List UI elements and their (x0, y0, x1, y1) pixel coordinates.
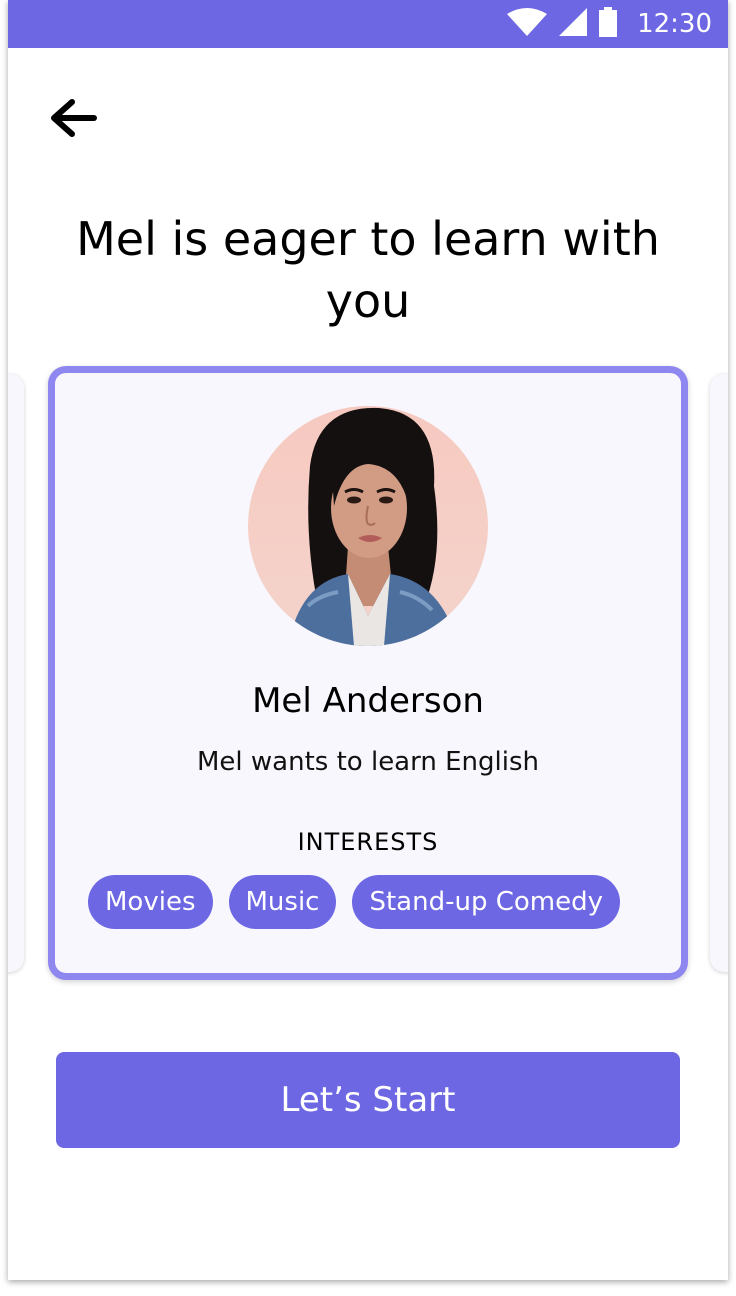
interest-chip-music[interactable]: Music (228, 875, 337, 929)
profile-learning-goal: Mel wants to learn English (197, 747, 539, 777)
profile-name: Mel Anderson (252, 681, 484, 721)
lets-start-button[interactable]: Let’s Start (56, 1052, 680, 1148)
interests-heading: INTERESTS (297, 828, 439, 856)
interests-list: Movies Music Stand-up Comedy (88, 875, 621, 929)
signal-icon (559, 8, 588, 40)
profile-card[interactable]: Mel Anderson Mel wants to learn English … (48, 366, 688, 980)
interest-chip-stand-up-comedy[interactable]: Stand-up Comedy (352, 875, 621, 929)
arrow-left-icon (48, 98, 98, 142)
status-icons: 12:30 (507, 0, 712, 48)
battery-icon (599, 7, 618, 41)
status-bar: 12:30 (8, 0, 728, 48)
interest-chip-movies[interactable]: Movies (88, 875, 213, 929)
status-time: 12:30 (637, 9, 712, 39)
wifi-icon (507, 8, 548, 40)
app-screen: 12:30 Mel is eager to learn with you Mel… (8, 0, 728, 1280)
avatar (248, 406, 488, 646)
page-title: Mel is eager to learn with you (76, 212, 660, 328)
previous-profile-card[interactable] (8, 374, 24, 972)
back-button[interactable] (48, 92, 112, 148)
next-profile-card[interactable] (710, 374, 728, 972)
